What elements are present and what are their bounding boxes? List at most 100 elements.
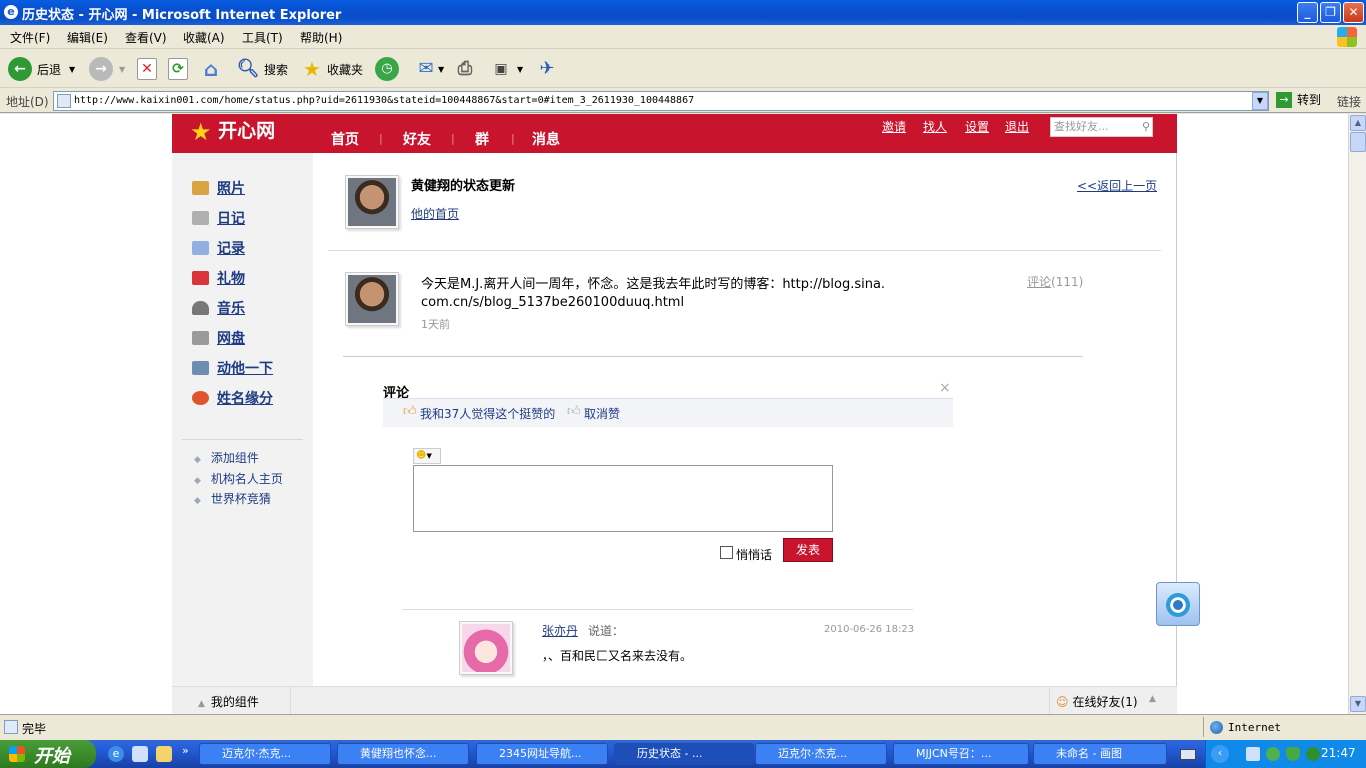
close-button[interactable]: ✕ [1343, 2, 1364, 23]
diary-icon [192, 211, 209, 225]
submit-button[interactable]: 发表 [783, 538, 833, 562]
quicklaunch-desktop-icon[interactable] [132, 746, 148, 762]
back-page-link[interactable]: <<返回上一页 [1077, 177, 1157, 194]
my-widgets-button[interactable]: ▲ 我的组件 [198, 693, 259, 710]
links-button[interactable]: 链接 [1337, 93, 1361, 110]
taskbar-item[interactable]: 迈克尔·杰克... [199, 743, 331, 765]
back-button[interactable]: ← 后退 ▼ [8, 56, 75, 82]
menu-file[interactable]: 文件(F) [10, 29, 50, 46]
nav-groups[interactable]: 群 [475, 129, 489, 149]
close-comment-icon[interactable]: × [939, 380, 951, 396]
sidebar-sub-worldcup[interactable]: ◆ 世界杯竞猜 [194, 490, 271, 507]
home-icon: ⌂ [203, 57, 219, 81]
unlike-link[interactable]: 取消赞 [584, 405, 620, 422]
taskbar-item[interactable]: 2345网址导航... [476, 743, 608, 765]
home-button[interactable]: ⌂ [199, 56, 223, 82]
quicklaunch-explorer-icon[interactable] [156, 746, 172, 762]
link-settings[interactable]: 设置 [965, 118, 989, 135]
sidebar-item-netdisk[interactable]: 网盘 [192, 328, 245, 348]
floating-eye-widget[interactable] [1156, 582, 1200, 626]
online-friends-button[interactable]: ☺ 在线好友(1) [1056, 693, 1138, 710]
dropdown-arrow-icon[interactable]: ▼ [517, 65, 523, 74]
his-home-link[interactable]: 他的首页 [411, 205, 459, 222]
sidebar-item-gifts[interactable]: 礼物 [192, 268, 245, 288]
security-shield-icon[interactable] [1286, 747, 1300, 761]
antivirus-icon[interactable] [1306, 747, 1320, 761]
nav-home[interactable]: 首页 [331, 129, 359, 149]
menu-favorites[interactable]: 收藏(A) [183, 29, 225, 46]
search-icon[interactable]: ⚲ [1142, 118, 1150, 136]
edit-button[interactable]: ▣ ▼ [489, 56, 523, 82]
expand-icon[interactable]: ▲ [1149, 694, 1156, 704]
menu-view[interactable]: 查看(V) [125, 29, 167, 46]
sidebar-item-diary[interactable]: 日记 [192, 208, 245, 228]
sidebar-item-records[interactable]: 记录 [192, 238, 245, 258]
sidebar-sub-celebrity[interactable]: ◆ 机构名人主页 [194, 470, 283, 487]
whisper-checkbox[interactable] [720, 546, 733, 559]
scroll-down-arrow[interactable]: ▼ [1350, 696, 1366, 712]
search-button[interactable]: 🔍︎ 搜索 [236, 56, 288, 82]
messenger-button[interactable]: ✈ [535, 56, 559, 82]
sidebar-sub-add-widget[interactable]: ◆ 添加组件 [194, 449, 259, 466]
network-icon[interactable] [1246, 747, 1260, 761]
diamond-bullet-icon: ◆ [194, 496, 201, 506]
taskbar-item[interactable]: 迈克尔·杰克... [755, 743, 887, 765]
sidebar-item-photos[interactable]: 照片 [192, 178, 245, 198]
taskbar-item[interactable]: MJJCN号召：... [893, 743, 1029, 765]
taskbar-item[interactable]: 黄健翔也怀念... [337, 743, 469, 765]
security-zone: Internet [1228, 721, 1281, 734]
go-button[interactable]: → 转到 [1276, 91, 1321, 108]
whisper-label[interactable]: 悄悄话 [736, 546, 772, 563]
quicklaunch-more-icon[interactable]: » [182, 744, 189, 757]
site-logo[interactable]: ★ 开心网 [190, 118, 275, 146]
likes-text[interactable]: 我和37人觉得这个挺赞的 [420, 405, 555, 422]
avatar[interactable] [345, 272, 399, 326]
forward-button[interactable]: → ▼ [89, 56, 125, 82]
dropdown-arrow-icon[interactable]: ▼ [69, 65, 75, 74]
scroll-up-arrow[interactable]: ▲ [1350, 115, 1366, 131]
nav-messages[interactable]: 消息 [532, 129, 560, 149]
link-find-people[interactable]: 找人 [923, 118, 947, 135]
address-dropdown-icon[interactable]: ▼ [1252, 92, 1268, 110]
avatar[interactable] [345, 175, 399, 229]
link-logout[interactable]: 退出 [1005, 118, 1029, 135]
nav-friends[interactable]: 好友 [403, 129, 431, 149]
tray-arrow-icon[interactable]: ‹ [1211, 745, 1229, 763]
friend-search-input[interactable]: 查找好友... ⚲ [1050, 117, 1153, 137]
stop-button[interactable]: ✕ [137, 56, 157, 82]
address-input[interactable]: http://www.kaixin001.com/home/status.php… [53, 91, 1269, 111]
commenter-avatar[interactable] [459, 621, 513, 675]
favorites-button[interactable]: ★ 收藏夹 [300, 56, 363, 82]
system-tray: ‹ 21:47 [1205, 740, 1366, 768]
taskbar-item-active[interactable]: 历史状态 - ... [614, 743, 754, 765]
sidebar-item-music[interactable]: 音乐 [192, 298, 245, 318]
minimize-button[interactable]: _ [1297, 2, 1318, 23]
menu-tools[interactable]: 工具(T) [242, 29, 283, 46]
comment-count-link[interactable]: 评论(111) [1027, 273, 1083, 290]
history-button[interactable]: ◷ [375, 56, 399, 82]
emoji-button[interactable]: ☻▼ [413, 448, 441, 464]
start-button[interactable]: 开始 [0, 740, 96, 768]
menu-help[interactable]: 帮助(H) [300, 29, 342, 46]
print-button[interactable]: ⎙ [453, 56, 477, 82]
sidebar-item-poke[interactable]: 动他一下 [192, 358, 273, 378]
comment-author[interactable]: 张亦丹 [542, 622, 578, 639]
dropdown-arrow-icon[interactable]: ▼ [438, 65, 444, 74]
avatar-photo [348, 275, 396, 323]
taskbar-item[interactable]: 未命名 - 画图 [1033, 743, 1167, 765]
sidebar-item-name-match[interactable]: 姓名缘分 [192, 388, 273, 408]
menu-edit[interactable]: 编辑(E) [67, 29, 108, 46]
title-bar[interactable]: e 历史状态 - 开心网 - Microsoft Internet Explor… [0, 0, 1366, 25]
keyboard-icon[interactable] [1180, 749, 1196, 760]
vertical-scrollbar[interactable]: ▲ ▼ [1348, 114, 1366, 714]
update-icon[interactable] [1266, 747, 1280, 761]
quicklaunch-ie-icon[interactable]: e [108, 746, 124, 762]
refresh-button[interactable]: ⟳ [168, 56, 188, 82]
mail-button[interactable]: ✉ ▼ [414, 56, 444, 82]
restore-button[interactable]: ❐ [1320, 2, 1341, 23]
comment-textarea[interactable] [413, 465, 833, 532]
scroll-thumb[interactable] [1350, 132, 1366, 152]
dropdown-arrow-icon[interactable]: ▼ [119, 65, 125, 74]
link-invite[interactable]: 邀请 [882, 118, 906, 135]
printer-icon: ⎙ [457, 58, 473, 79]
